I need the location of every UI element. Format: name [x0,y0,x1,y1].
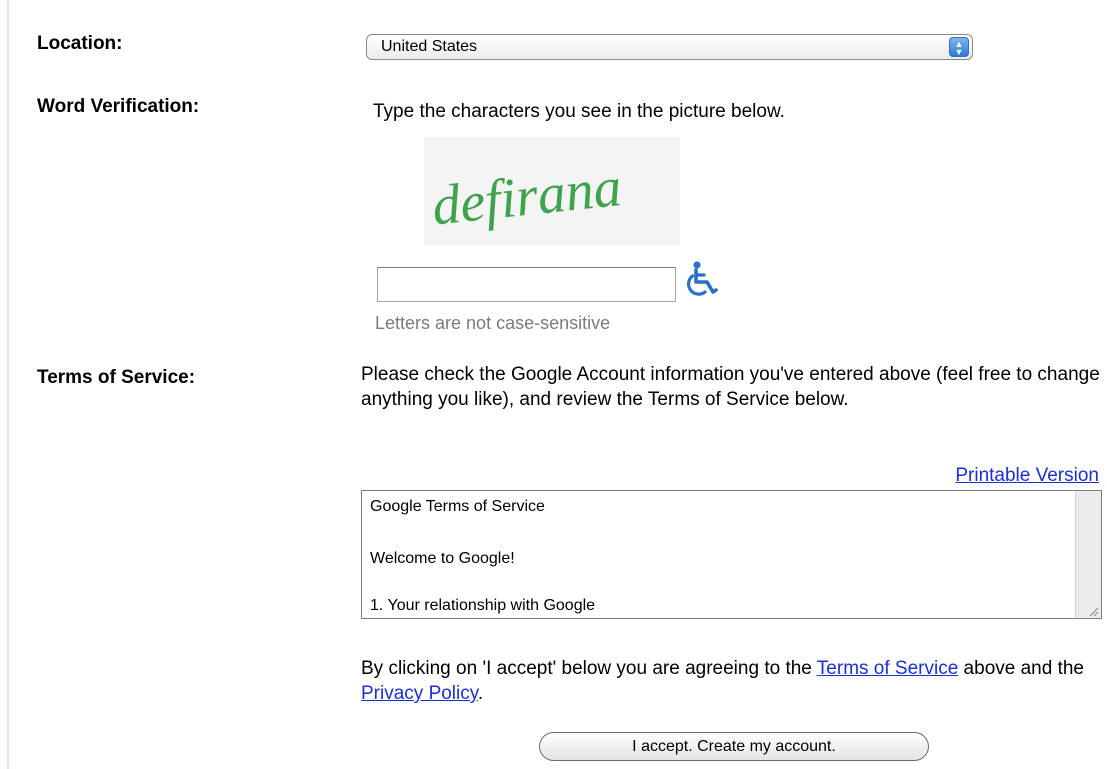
terms-of-service-link[interactable]: Terms of Service [817,658,958,679]
left-divider [7,0,9,769]
agreement-middle: above and the [958,658,1084,679]
terms-label: Terms of Service: [37,367,196,388]
location-label: Location: [37,33,123,54]
terms-scrollbar[interactable] [1075,491,1101,618]
word-verification-label: Word Verification: [37,96,200,117]
terms-line: Welcome to Google! [370,550,515,567]
terms-line: 1. Your relationship with Google [370,597,596,614]
printable-version-link[interactable]: Printable Version [955,465,1099,487]
privacy-policy-link[interactable]: Privacy Policy [361,683,478,704]
captcha-text: defirana [429,156,624,237]
agreement-suffix: . [477,683,484,704]
wheelchair-icon[interactable] [687,260,721,298]
captcha-image: defirana [424,137,680,245]
up-down-arrows-icon: ▲ ▼ [949,37,969,57]
terms-intro: Please check the Google Account informat… [361,364,1100,410]
captcha-input[interactable] [377,267,676,302]
location-selected-value: United States [381,38,478,55]
captcha-instruction: Type the characters you see in the pictu… [373,101,785,122]
accept-create-account-button[interactable]: I accept. Create my account. [539,732,929,761]
terms-textarea[interactable]: Google Terms of Service Welcome to Googl… [361,490,1102,619]
case-hint: Letters are not case-sensitive [375,313,611,333]
signup-form-page: Location: United States ▲ ▼ Word Verifica… [0,0,1107,769]
location-select[interactable]: United States ▲ ▼ [366,34,973,60]
agreement-text: By clicking on 'I accept' below you are … [361,656,1101,706]
agreement-prefix: By clicking on 'I accept' below you are … [361,658,817,679]
resize-grip-icon[interactable] [1087,604,1099,617]
terms-line: Google Terms of Service [370,498,545,515]
